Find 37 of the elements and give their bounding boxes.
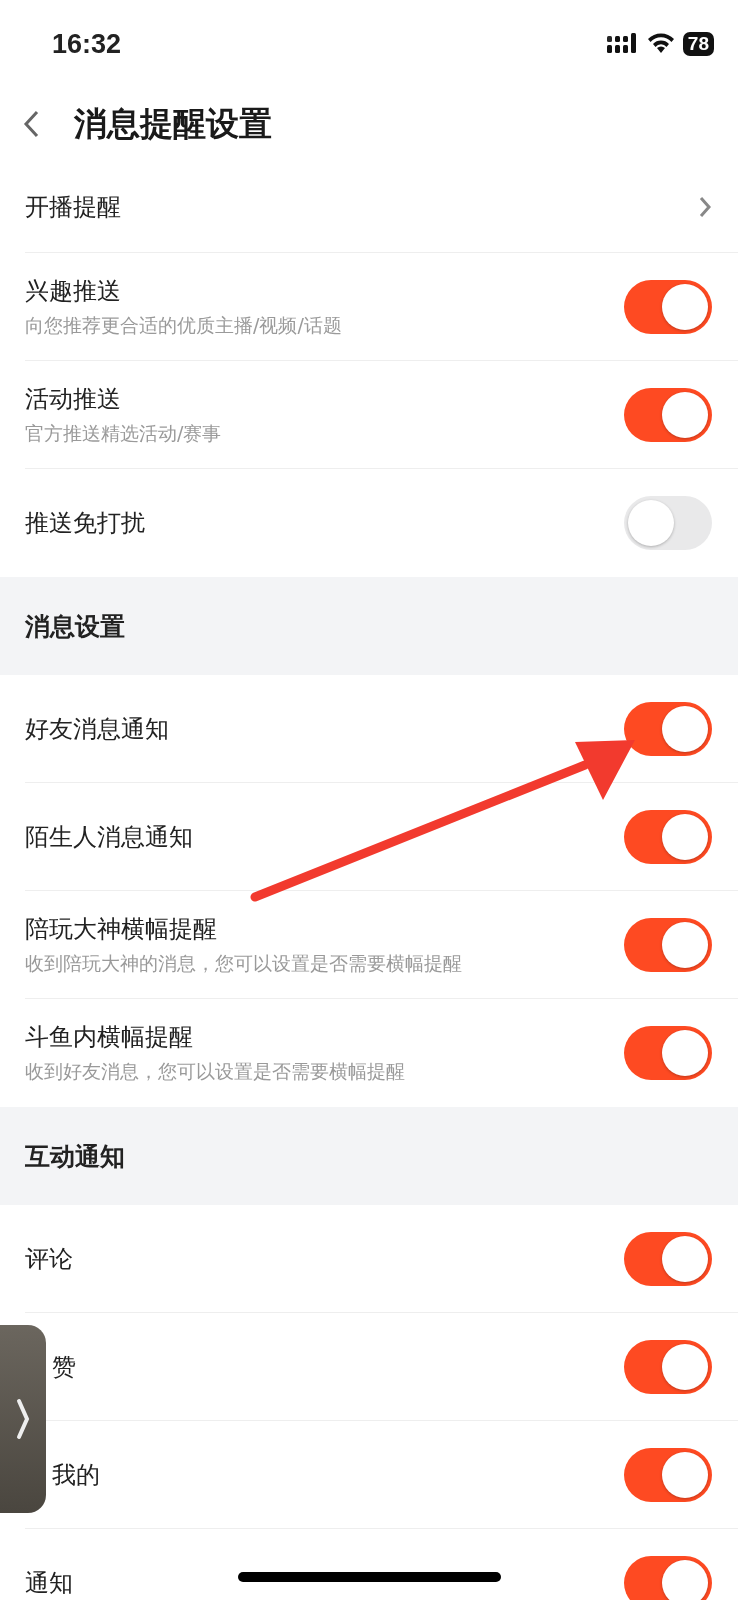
signal-icon [606,33,639,55]
toggle-switch[interactable] [624,702,712,756]
toggle-switch[interactable] [624,280,712,334]
setting-description: 官方推送精选活动/赛事 [25,421,222,446]
setting-label: 我的 [52,1460,100,1491]
section-header: 互动通知 [25,1140,125,1173]
setting-label: 开播提醒 [25,191,121,223]
toggle-switch[interactable] [624,1556,712,1600]
setting-description: 收到陪玩大神的消息，您可以设置是否需要横幅提醒 [25,951,462,976]
setting-label: 兴趣推送 [25,276,121,307]
page-title: 消息提醒设置 [74,102,272,145]
toggle-switch[interactable] [624,1448,712,1502]
setting-label: 赞 [52,1352,76,1383]
setting-label: 陪玩大神横幅提醒 [25,914,217,945]
clock-time: 16:32 [52,28,123,60]
back-button[interactable] [22,109,40,139]
setting-label: 斗鱼内横幅提醒 [25,1022,193,1053]
toggle-switch[interactable] [624,1340,712,1394]
setting-label: 陌生人消息通知 [25,822,193,853]
toggle-switch[interactable] [624,1232,712,1286]
chevron-right-icon[interactable] [698,194,712,219]
wifi-icon [646,33,675,55]
setting-label: 好友消息通知 [25,714,169,745]
setting-label: 评论 [25,1244,73,1275]
setting-description: 向您推荐更合适的优质主播/视频/话题 [25,313,342,338]
setting-label: 推送免打扰 [25,508,145,539]
toggle-switch[interactable] [624,918,712,972]
toggle-switch[interactable] [624,388,712,442]
toggle-switch[interactable] [624,1026,712,1080]
setting-label: 通知 [25,1568,73,1599]
battery-level: 78 [682,32,714,56]
setting-label: 活动推送 [25,384,121,415]
toggle-switch[interactable] [624,810,712,864]
setting-description: 收到好友消息，您可以设置是否需要横幅提醒 [25,1059,405,1084]
side-handle[interactable] [0,1325,46,1513]
toggle-switch[interactable] [624,496,712,550]
section-header: 消息设置 [25,610,125,643]
